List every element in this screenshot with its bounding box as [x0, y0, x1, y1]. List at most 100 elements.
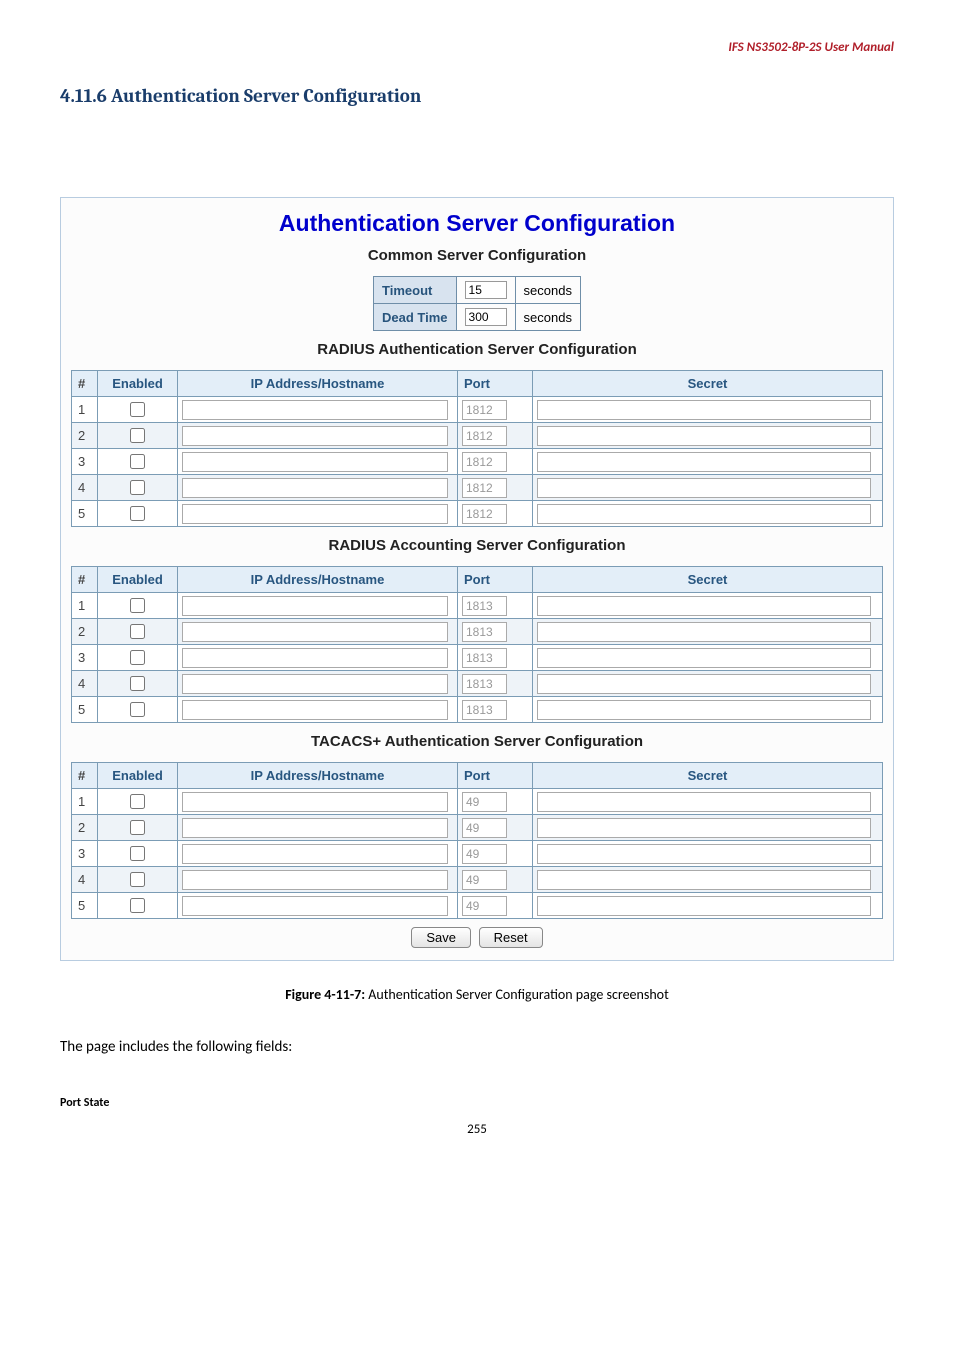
common-config-table: Timeout seconds Dead Time seconds — [373, 276, 581, 331]
hostname-input[interactable] — [182, 504, 448, 524]
secret-input[interactable] — [537, 700, 871, 720]
secret-input[interactable] — [537, 400, 871, 420]
enabled-checkbox[interactable] — [130, 794, 145, 809]
port-input[interactable] — [462, 792, 507, 812]
col-header-host: IP Address/Hostname — [178, 371, 458, 397]
secret-input[interactable] — [537, 478, 871, 498]
row-number: 2 — [72, 815, 98, 841]
enabled-checkbox[interactable] — [130, 624, 145, 639]
enabled-checkbox[interactable] — [130, 872, 145, 887]
hostname-input[interactable] — [182, 426, 448, 446]
enabled-checkbox[interactable] — [130, 454, 145, 469]
secret-input[interactable] — [537, 896, 871, 916]
secret-input[interactable] — [537, 596, 871, 616]
enabled-checkbox[interactable] — [130, 702, 145, 717]
enabled-checkbox[interactable] — [130, 428, 145, 443]
enabled-checkbox[interactable] — [130, 846, 145, 861]
table-row: 2 — [72, 815, 883, 841]
port-input[interactable] — [462, 452, 507, 472]
table-row: 5 — [72, 501, 883, 527]
port-input[interactable] — [462, 896, 507, 916]
enabled-checkbox[interactable] — [130, 506, 145, 521]
secret-input[interactable] — [537, 504, 871, 524]
port-input[interactable] — [462, 674, 507, 694]
table-row: 5 — [72, 697, 883, 723]
col-header-port: Port — [458, 567, 533, 593]
enabled-checkbox[interactable] — [130, 676, 145, 691]
col-header-num: # — [72, 371, 98, 397]
save-button[interactable]: Save — [411, 927, 471, 948]
row-number: 2 — [72, 619, 98, 645]
row-number: 1 — [72, 397, 98, 423]
col-header-host: IP Address/Hostname — [178, 567, 458, 593]
port-input[interactable] — [462, 870, 507, 890]
reset-button[interactable]: Reset — [479, 927, 543, 948]
table-row: 4 — [72, 671, 883, 697]
hostname-input[interactable] — [182, 452, 448, 472]
port-input[interactable] — [462, 700, 507, 720]
port-input[interactable] — [462, 478, 507, 498]
table-row: 3 — [72, 841, 883, 867]
figure-caption: Figure 4-11-7: Authentication Server Con… — [60, 986, 894, 1003]
port-input[interactable] — [462, 504, 507, 524]
hostname-input[interactable] — [182, 870, 448, 890]
timeout-input[interactable] — [465, 281, 507, 299]
port-input[interactable] — [462, 818, 507, 838]
port-input[interactable] — [462, 622, 507, 642]
secret-input[interactable] — [537, 792, 871, 812]
hostname-input[interactable] — [182, 622, 448, 642]
table-row: 2 — [72, 619, 883, 645]
row-number: 5 — [72, 697, 98, 723]
table-row: 3 — [72, 449, 883, 475]
row-number: 1 — [72, 789, 98, 815]
hostname-input[interactable] — [182, 896, 448, 916]
port-input[interactable] — [462, 400, 507, 420]
deadtime-input[interactable] — [465, 308, 507, 326]
intro-text: The page includes the following fields: — [60, 1038, 894, 1056]
port-input[interactable] — [462, 648, 507, 668]
row-number: 4 — [72, 475, 98, 501]
port-input[interactable] — [462, 844, 507, 864]
row-number: 5 — [72, 501, 98, 527]
enabled-checkbox[interactable] — [130, 650, 145, 665]
hostname-input[interactable] — [182, 596, 448, 616]
secret-input[interactable] — [537, 870, 871, 890]
hostname-input[interactable] — [182, 648, 448, 668]
button-row: Save Reset — [71, 927, 883, 948]
row-number: 3 — [72, 841, 98, 867]
col-header-num: # — [72, 763, 98, 789]
hostname-input[interactable] — [182, 818, 448, 838]
table-row: 2 — [72, 423, 883, 449]
port-input[interactable] — [462, 426, 507, 446]
secret-input[interactable] — [537, 426, 871, 446]
hostname-input[interactable] — [182, 792, 448, 812]
secret-input[interactable] — [537, 844, 871, 864]
server-table-heading: RADIUS Authentication Server Configurati… — [71, 341, 883, 358]
row-number: 5 — [72, 893, 98, 919]
secret-input[interactable] — [537, 648, 871, 668]
table-row: 1 — [72, 593, 883, 619]
secret-input[interactable] — [537, 674, 871, 694]
secret-input[interactable] — [537, 818, 871, 838]
enabled-checkbox[interactable] — [130, 480, 145, 495]
enabled-checkbox[interactable] — [130, 898, 145, 913]
timeout-unit: seconds — [515, 277, 580, 304]
port-input[interactable] — [462, 596, 507, 616]
config-panel: Authentication Server Configuration Comm… — [60, 197, 894, 961]
enabled-checkbox[interactable] — [130, 820, 145, 835]
col-header-enabled: Enabled — [98, 567, 178, 593]
enabled-checkbox[interactable] — [130, 402, 145, 417]
hostname-input[interactable] — [182, 700, 448, 720]
timeout-label: Timeout — [374, 277, 457, 304]
col-header-secret: Secret — [533, 567, 883, 593]
secret-input[interactable] — [537, 622, 871, 642]
hostname-input[interactable] — [182, 400, 448, 420]
enabled-checkbox[interactable] — [130, 598, 145, 613]
secret-input[interactable] — [537, 452, 871, 472]
col-header-secret: Secret — [533, 763, 883, 789]
hostname-input[interactable] — [182, 478, 448, 498]
table-row: 5 — [72, 893, 883, 919]
server-table-heading: TACACS+ Authentication Server Configurat… — [71, 733, 883, 750]
hostname-input[interactable] — [182, 674, 448, 694]
hostname-input[interactable] — [182, 844, 448, 864]
